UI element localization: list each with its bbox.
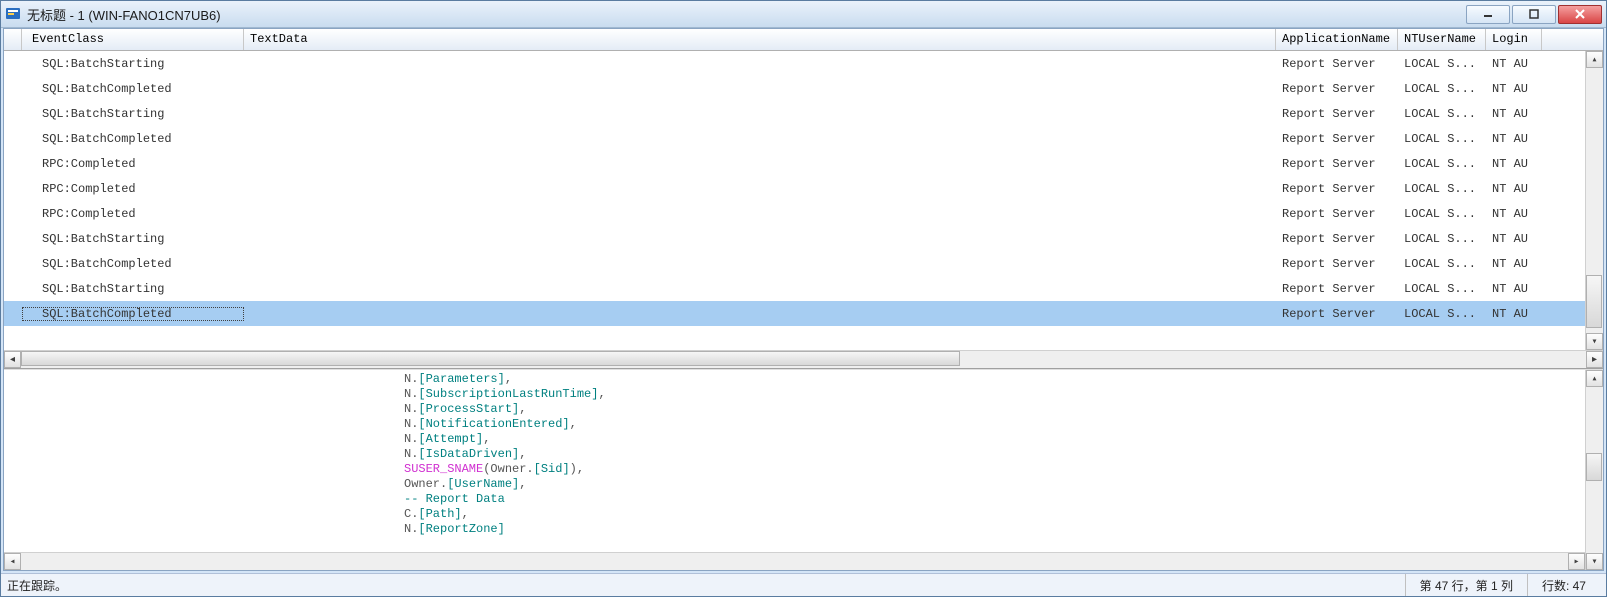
- cell-ntusername: LOCAL S...: [1398, 282, 1486, 296]
- row-header-spacer: [4, 29, 22, 50]
- col-ntusername[interactable]: NTUserName: [1398, 29, 1486, 50]
- detail-hscroll[interactable]: ◂ ▸: [4, 552, 1585, 570]
- table-row[interactable]: SQL:BatchStartingdeclare @BatchID unique…: [4, 51, 1585, 76]
- cell-applicationname: Report Server: [1276, 107, 1398, 121]
- content-area: EventClass TextData ApplicationName NTUs…: [3, 28, 1604, 571]
- table-row[interactable]: SQL:BatchCompleteddeclare @BatchID uniqd…: [4, 251, 1585, 276]
- scroll-down-icon[interactable]: ▾: [1586, 333, 1603, 350]
- cell-eventclass: SQL:BatchStarting: [22, 282, 244, 296]
- status-tracking: 正在跟踪。: [7, 577, 1405, 594]
- cell-applicationname: Report Server: [1276, 132, 1398, 146]
- cell-eventclass: SQL:BatchStarting: [22, 232, 244, 246]
- detail-pane[interactable]: N.[Parameters], N.[SubscriptionLastRunTi…: [4, 369, 1603, 570]
- cell-loginname: NT AU: [1486, 282, 1542, 296]
- window-title: 无标题 - 1 (WIN-FANO1CN7UB6): [27, 5, 1466, 24]
- trace-grid: EventClass TextData ApplicationName NTUs…: [4, 29, 1603, 369]
- cell-eventclass: SQL:BatchCompleted: [22, 257, 244, 271]
- title-bar[interactable]: 无标题 - 1 (WIN-FANO1CN7UB6): [1, 1, 1606, 28]
- cell-eventclass: SQL:BatchCompleted: [22, 82, 244, 96]
- col-textdata[interactable]: TextData: [244, 29, 1276, 50]
- grid-vscroll[interactable]: ▴ ▾: [1585, 51, 1603, 350]
- vscroll-track[interactable]: [1586, 387, 1603, 553]
- cell-applicationname: Report Server: [1276, 282, 1398, 296]
- scroll-down-icon[interactable]: ▾: [1586, 553, 1603, 570]
- scroll-right-icon[interactable]: ▸: [1568, 553, 1585, 570]
- cell-eventclass: SQL:BatchStarting: [22, 57, 244, 71]
- cell-loginname: NT AU: [1486, 182, 1542, 196]
- cell-eventclass: RPC:Completed: [22, 157, 244, 171]
- cell-applicationname: Report Server: [1276, 257, 1398, 271]
- minimize-button[interactable]: [1466, 5, 1510, 24]
- table-row[interactable]: SQL:BatchCompleteddeclare @BatchID uniqu…: [4, 76, 1585, 101]
- status-rowcount: 行数: 47: [1527, 574, 1600, 596]
- scroll-up-icon[interactable]: ▴: [1586, 51, 1603, 68]
- app-icon: [5, 6, 21, 22]
- detail-vscroll[interactable]: ▴ ▾: [1585, 370, 1603, 570]
- cell-eventclass: SQL:BatchCompleted: [22, 307, 244, 321]
- table-row[interactable]: SQL:BatchStartingdeclare @BatchID unique…: [4, 101, 1585, 126]
- cell-ntusername: LOCAL S...: [1398, 232, 1486, 246]
- hscroll-track[interactable]: [21, 351, 1586, 368]
- cell-eventclass: RPC:Completed: [22, 207, 244, 221]
- table-row[interactable]: SQL:BatchCompleteddeclare @BatchID uniqu…: [4, 301, 1585, 326]
- table-row[interactable]: SQL:BatchStartingdeclare @BatchID unique…: [4, 276, 1585, 301]
- scroll-left-icon[interactable]: ◂: [4, 351, 21, 368]
- table-row[interactable]: SQL:BatchStartingdeclare @BatchID unique…: [4, 226, 1585, 251]
- cell-loginname: NT AU: [1486, 57, 1542, 71]
- hscroll-track[interactable]: [21, 553, 1568, 570]
- cell-ntusername: LOCAL S...: [1398, 107, 1486, 121]
- grid-hscroll[interactable]: ◂ ▸: [4, 350, 1603, 368]
- cell-eventclass: RPC:Completed: [22, 182, 244, 196]
- col-loginname[interactable]: Login: [1486, 29, 1542, 50]
- cell-applicationname: Report Server: [1276, 57, 1398, 71]
- cell-applicationname: Report Server: [1276, 307, 1398, 321]
- cell-applicationname: Report Server: [1276, 157, 1398, 171]
- cell-ntusername: LOCAL S...: [1398, 182, 1486, 196]
- scroll-up-icon[interactable]: ▴: [1586, 370, 1603, 387]
- cell-ntusername: LOCAL S...: [1398, 157, 1486, 171]
- cell-ntusername: LOCAL S...: [1398, 132, 1486, 146]
- grid-header: EventClass TextData ApplicationName NTUs…: [4, 29, 1603, 51]
- cell-applicationname: Report Server: [1276, 207, 1398, 221]
- table-row[interactable]: RPC:Completeddeclare @p1 nvarchar(64) se…: [4, 201, 1585, 226]
- table-row[interactable]: RPC:Completeddeclare @p1 nvarchar(64) se…: [4, 176, 1585, 201]
- window-buttons: [1466, 5, 1602, 24]
- table-row[interactable]: RPC:Completedexec sp_reset_connectionRep…: [4, 151, 1585, 176]
- cell-eventclass: SQL:BatchStarting: [22, 107, 244, 121]
- cell-ntusername: LOCAL S...: [1398, 82, 1486, 96]
- cell-ntusername: LOCAL S...: [1398, 207, 1486, 221]
- cell-loginname: NT AU: [1486, 207, 1542, 221]
- cell-loginname: NT AU: [1486, 157, 1542, 171]
- grid-body[interactable]: SQL:BatchStartingdeclare @BatchID unique…: [4, 51, 1603, 350]
- scroll-right-icon[interactable]: ▸: [1586, 351, 1603, 368]
- scroll-left-icon[interactable]: ◂: [4, 553, 21, 570]
- cell-loginname: NT AU: [1486, 232, 1542, 246]
- cell-loginname: NT AU: [1486, 107, 1542, 121]
- detail-text: N.[Parameters], N.[SubscriptionLastRunTi…: [4, 370, 1603, 537]
- table-row[interactable]: SQL:BatchCompleteddeclare @BatchID uniqu…: [4, 126, 1585, 151]
- vscroll-thumb[interactable]: [1586, 453, 1602, 481]
- col-applicationname[interactable]: ApplicationName: [1276, 29, 1398, 50]
- cell-applicationname: Report Server: [1276, 232, 1398, 246]
- cell-ntusername: LOCAL S...: [1398, 257, 1486, 271]
- cell-ntusername: LOCAL S...: [1398, 57, 1486, 71]
- cell-applicationname: Report Server: [1276, 182, 1398, 196]
- cell-loginname: NT AU: [1486, 257, 1542, 271]
- vscroll-track[interactable]: [1586, 68, 1603, 333]
- cell-ntusername: LOCAL S...: [1398, 307, 1486, 321]
- cell-loginname: NT AU: [1486, 82, 1542, 96]
- cell-eventclass: SQL:BatchCompleted: [22, 132, 244, 146]
- close-button[interactable]: [1558, 5, 1602, 24]
- cell-applicationname: Report Server: [1276, 82, 1398, 96]
- hscroll-thumb[interactable]: [21, 351, 960, 366]
- cell-loginname: NT AU: [1486, 307, 1542, 321]
- col-eventclass[interactable]: EventClass: [22, 29, 244, 50]
- profiler-window: 无标题 - 1 (WIN-FANO1CN7UB6) EventClass Tex…: [0, 0, 1607, 597]
- maximize-button[interactable]: [1512, 5, 1556, 24]
- cell-loginname: NT AU: [1486, 132, 1542, 146]
- vscroll-thumb[interactable]: [1586, 275, 1602, 328]
- status-position: 第 47 行，第 1 列: [1405, 574, 1527, 596]
- status-bar: 正在跟踪。 第 47 行，第 1 列 行数: 47: [1, 573, 1606, 596]
